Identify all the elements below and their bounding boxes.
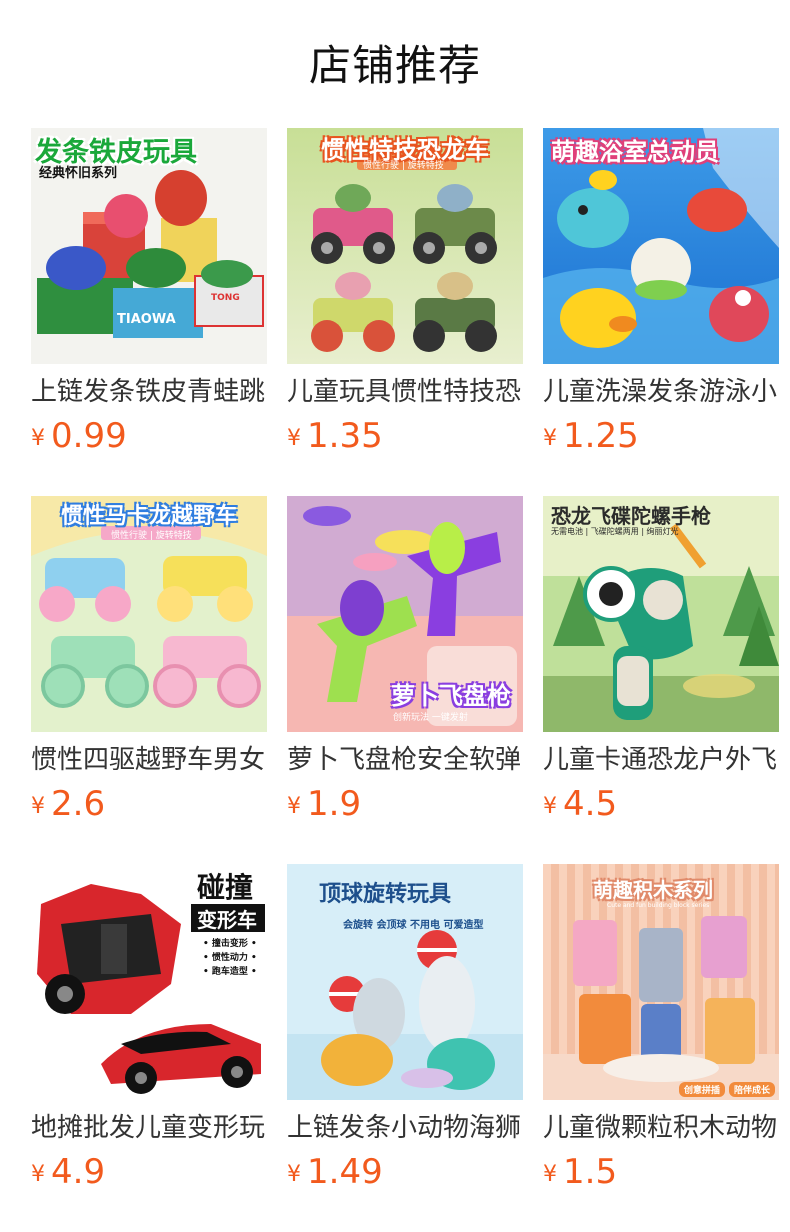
price-value: 4.5 <box>563 784 618 824</box>
product-image[interactable]: 恐龙飞碟陀螺手枪 无需电池 | 飞碟陀螺两用 | 绚丽灯光 <box>543 496 779 732</box>
currency-symbol: ¥ <box>31 794 45 819</box>
product-name[interactable]: 儿童玩具惯性特技恐 <box>287 374 523 410</box>
price-value: 2.6 <box>51 784 106 824</box>
price-value: 0.99 <box>51 416 127 456</box>
product-price: ¥1.49 <box>287 1152 383 1192</box>
currency-symbol: ¥ <box>287 1162 301 1187</box>
product-image[interactable]: TIAOWA TONG 发条铁皮玩具 经典怀旧系列 <box>31 128 267 364</box>
image-banner-subtext: Cute and fun building block series <box>607 902 710 909</box>
product-card[interactable]: 顶球旋转玩具 会旋转 会顶球 不用电 可爱造型 上链发条小动物海狮 ¥1.49 <box>287 864 523 1232</box>
price-value: 1.5 <box>563 1152 618 1192</box>
product-image[interactable]: 萌趣积木系列 Cute and fun building block serie… <box>543 864 779 1100</box>
product-name[interactable]: 上链发条铁皮青蛙跳 <box>31 374 267 410</box>
image-banner-subtext: 会旋转 会顶球 不用电 可爱造型 <box>343 920 484 931</box>
product-price: ¥0.99 <box>31 416 127 456</box>
currency-symbol: ¥ <box>287 426 301 451</box>
product-price: ¥1.9 <box>287 784 361 824</box>
product-card[interactable]: 萌趣浴室总动员 儿童洗澡发条游泳小 ¥1.25 <box>543 128 779 496</box>
price-value: 4.9 <box>51 1152 106 1192</box>
svg-text:TIAOWA: TIAOWA <box>117 312 176 327</box>
currency-symbol: ¥ <box>31 1162 45 1187</box>
image-banner-subtext: 变形车 <box>197 908 257 932</box>
product-card[interactable]: 恐龙飞碟陀螺手枪 无需电池 | 飞碟陀螺两用 | 绚丽灯光 儿童卡通恐龙户外飞 … <box>543 496 779 864</box>
currency-symbol: ¥ <box>543 426 557 451</box>
product-name[interactable]: 儿童微颗粒积木动物 <box>543 1110 779 1146</box>
page-title: 店铺推荐 <box>308 41 481 90</box>
product-card[interactable]: 碰撞 变形车 • 撞击变形 • • 惯性动力 • • 跑车造型 • 地摊批发儿童… <box>31 864 267 1232</box>
product-price: ¥1.35 <box>287 416 383 456</box>
product-price: ¥4.5 <box>543 784 617 824</box>
product-price: ¥1.25 <box>543 416 639 456</box>
image-banner-subtext: 惯性行驶 | 旋转特技 <box>363 161 444 171</box>
image-banner-subtext: 无需电池 | 飞碟陀螺两用 | 绚丽灯光 <box>551 527 679 536</box>
product-name[interactable]: 惯性四驱越野车男女 <box>31 742 267 778</box>
currency-symbol: ¥ <box>31 426 45 451</box>
product-name[interactable]: 地摊批发儿童变形玩 <box>31 1110 267 1146</box>
product-image[interactable]: 惯性马卡龙越野车 惯性行驶 | 旋转特技 <box>31 496 267 732</box>
image-banner-subtext: 惯性行驶 | 旋转特技 <box>111 531 192 541</box>
feature-text: • 跑车造型 • <box>203 967 257 977</box>
currency-symbol: ¥ <box>543 1162 557 1187</box>
currency-symbol: ¥ <box>287 794 301 819</box>
image-banner-subtext: 创新玩法 一键发射 <box>393 713 468 723</box>
price-value: 1.49 <box>307 1152 383 1192</box>
product-name[interactable]: 萝卜飞盘枪安全软弹 <box>287 742 523 778</box>
price-value: 1.9 <box>307 784 362 824</box>
product-card[interactable]: 惯性马卡龙越野车 惯性行驶 | 旋转特技 惯性四驱越野车男女 ¥2.6 <box>31 496 267 864</box>
price-value: 1.25 <box>563 416 639 456</box>
product-price: ¥4.9 <box>31 1152 105 1192</box>
feature-tag: 创意拼插 <box>679 1082 726 1097</box>
product-card[interactable]: 萌趣积木系列 Cute and fun building block serie… <box>543 864 779 1232</box>
image-banner-text: 萌趣浴室总动员 <box>551 138 719 166</box>
product-card[interactable]: 惯性特技恐龙车 惯性行驶 | 旋转特技 儿童玩具惯性特技恐 ¥1.35 <box>287 128 523 496</box>
image-banner-subtext: 经典怀旧系列 <box>39 166 118 181</box>
feature-text: • 撞击变形 • <box>203 939 257 949</box>
feature-tag: 陪伴成长 <box>729 1082 776 1097</box>
product-price: ¥1.5 <box>543 1152 617 1192</box>
svg-text:TONG: TONG <box>211 293 240 303</box>
product-card[interactable]: TIAOWA TONG 发条铁皮玩具 经典怀旧系列 上链发条铁皮青蛙跳 ¥0.9… <box>31 128 267 496</box>
product-image[interactable]: 顶球旋转玩具 会旋转 会顶球 不用电 可爱造型 <box>287 864 523 1100</box>
product-card[interactable]: 萝卜飞盘枪 创新玩法 一键发射 萝卜飞盘枪安全软弹 ¥1.9 <box>287 496 523 864</box>
product-name[interactable]: 儿童洗澡发条游泳小 <box>543 374 779 410</box>
image-banner-text: 顶球旋转玩具 <box>319 882 452 907</box>
product-name[interactable]: 上链发条小动物海狮 <box>287 1110 523 1146</box>
product-name[interactable]: 儿童卡通恐龙户外飞 <box>543 742 779 778</box>
product-image[interactable]: 萌趣浴室总动员 <box>543 128 779 364</box>
product-image[interactable]: 萝卜飞盘枪 创新玩法 一键发射 <box>287 496 523 732</box>
feature-text: • 惯性动力 • <box>203 953 257 963</box>
image-banner-text: 萌趣积木系列 <box>593 878 713 902</box>
product-grid: TIAOWA TONG 发条铁皮玩具 经典怀旧系列 上链发条铁皮青蛙跳 ¥0.9… <box>31 128 779 1232</box>
product-image[interactable]: 惯性特技恐龙车 惯性行驶 | 旋转特技 <box>287 128 523 364</box>
price-value: 1.35 <box>307 416 383 456</box>
image-banner-text: 惯性马卡龙越野车 <box>61 504 238 529</box>
currency-symbol: ¥ <box>543 794 557 819</box>
product-image[interactable]: 碰撞 变形车 • 撞击变形 • • 惯性动力 • • 跑车造型 • <box>31 864 267 1100</box>
image-banner-text: 萝卜飞盘枪 <box>391 682 511 710</box>
image-banner-text: 恐龙飞碟陀螺手枪 <box>551 504 711 528</box>
image-banner-text: 碰撞 <box>197 871 254 904</box>
product-price: ¥2.6 <box>31 784 105 824</box>
